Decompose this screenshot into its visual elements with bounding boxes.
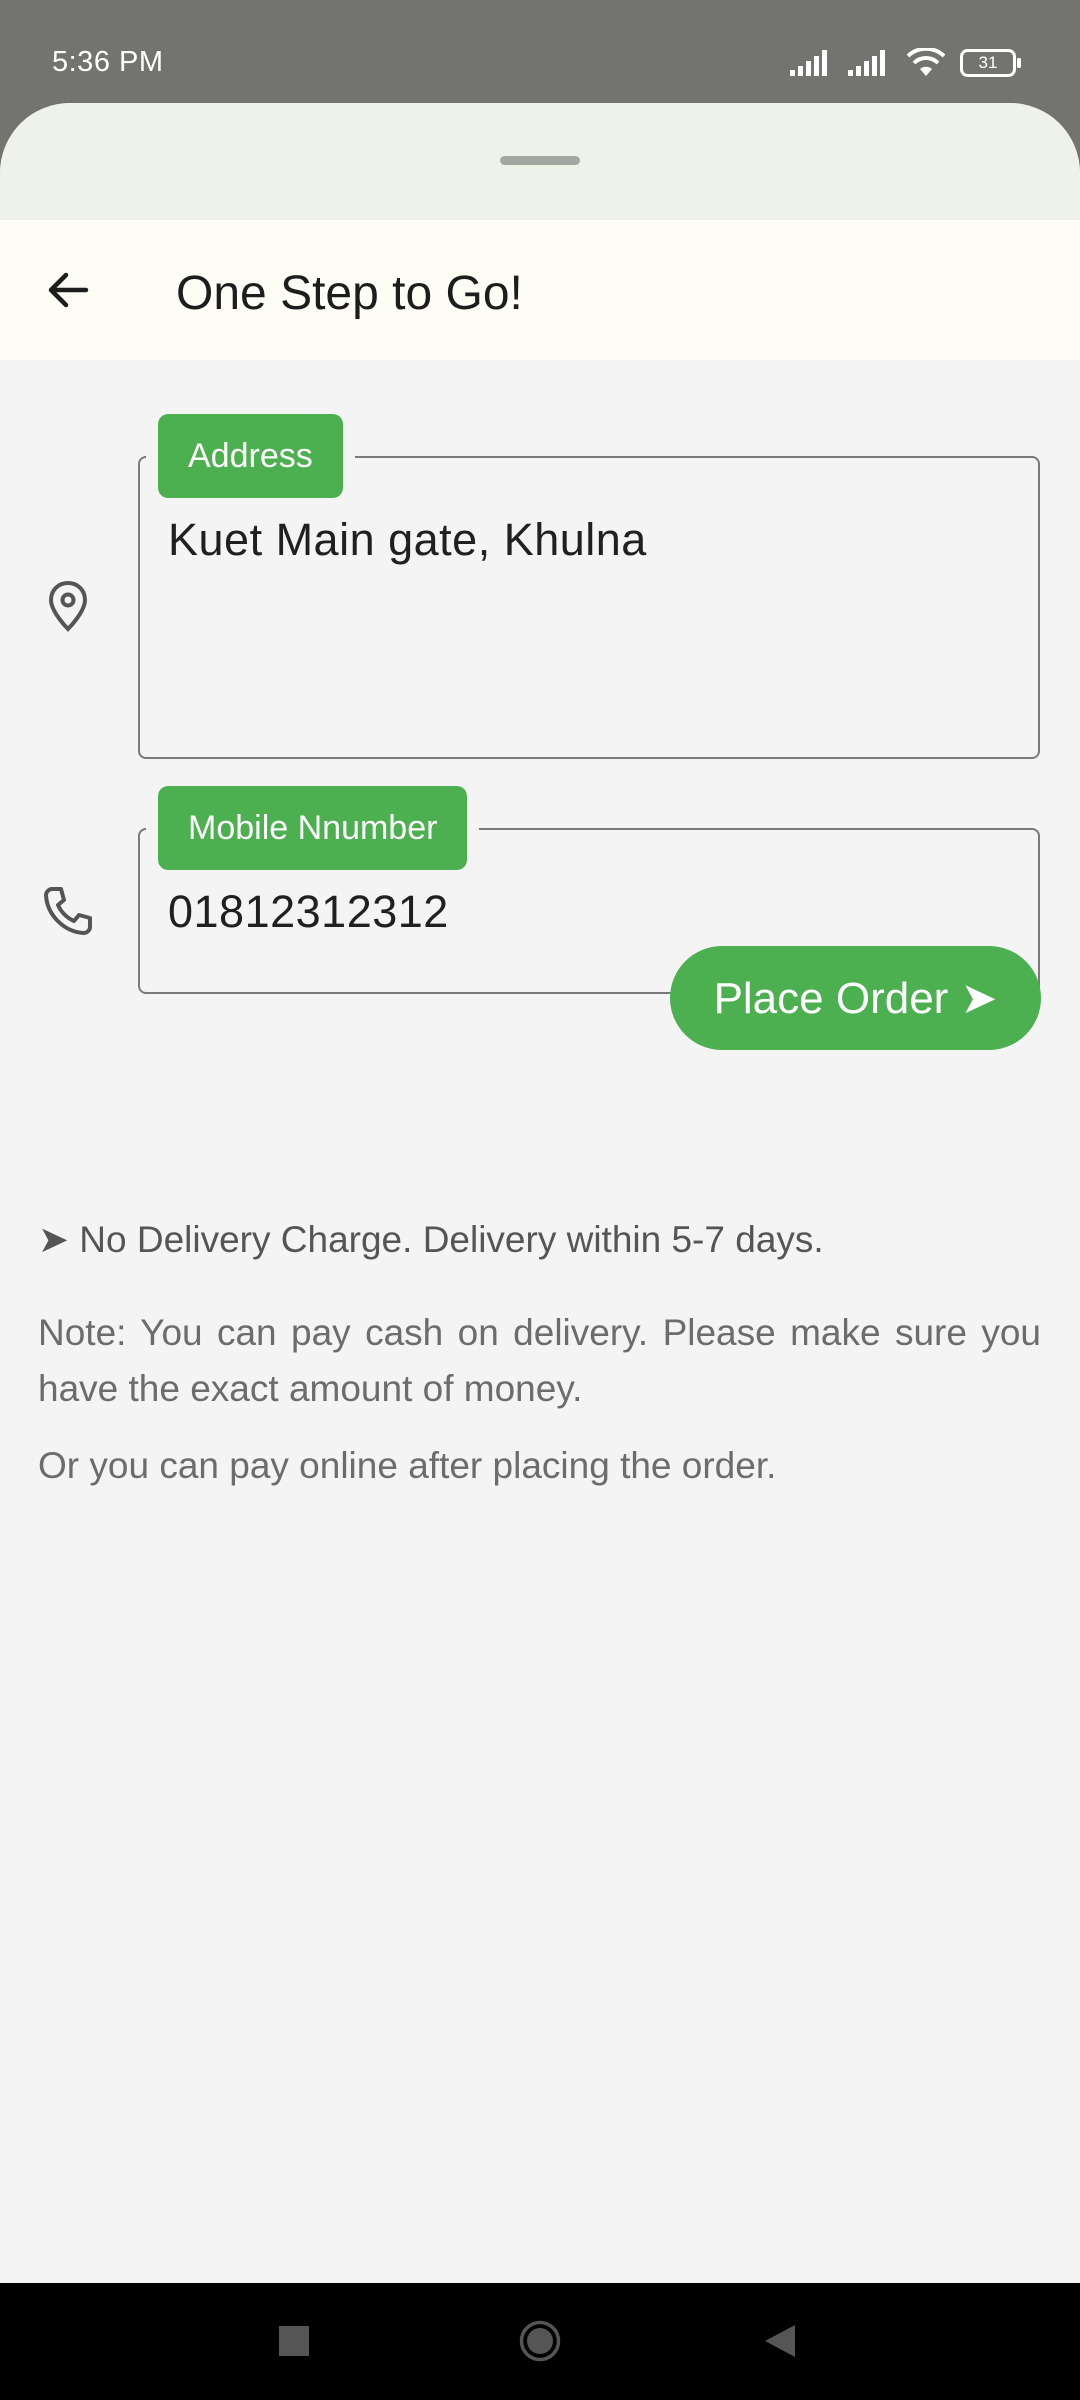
status-time: 5:36 PM <box>52 46 164 78</box>
home-circle-icon[interactable] <box>519 2320 561 2362</box>
place-order-button[interactable]: Place Order ➤ <box>670 946 1041 1050</box>
payment-note: Note: You can pay cash on delivery. Plea… <box>38 1312 1041 1409</box>
mobile-label: Mobile Nnumber <box>145 774 480 882</box>
delivery-info: ➤ No Delivery Charge. Delivery within 5-… <box>38 1219 824 1260</box>
battery-icon: 31 <box>960 49 1022 77</box>
online-payment-note: Or you can pay online after placing the … <box>38 1445 777 1486</box>
address-input[interactable]: Kuet Main gate, Khulna <box>168 514 647 566</box>
page-title: One Step to Go! <box>176 267 523 320</box>
back-triangle-icon[interactable] <box>763 2323 797 2359</box>
battery-level: 31 <box>978 53 998 72</box>
address-field[interactable]: Address Kuet Main gate, Khulna <box>138 402 1040 759</box>
status-icons: 31 <box>790 48 1022 78</box>
status-bar: 5:36 PM 31 <box>0 0 1080 104</box>
sheet-handle-area[interactable] <box>0 103 1080 220</box>
location-pin-icon <box>38 576 98 636</box>
arrow-left-icon <box>48 272 89 308</box>
phone-icon <box>38 881 98 941</box>
mobile-input[interactable]: 01812312312 <box>168 886 449 938</box>
drag-handle[interactable] <box>500 156 580 165</box>
navigation-bar <box>0 2283 1080 2400</box>
address-label: Address <box>146 402 355 510</box>
signal-icon <box>848 50 885 76</box>
app-bar: One Step to Go! <box>0 220 1080 360</box>
wifi-icon <box>906 48 946 76</box>
recents-square-icon[interactable] <box>279 2326 309 2356</box>
back-button[interactable] <box>28 254 108 326</box>
signal-icon <box>790 50 827 76</box>
